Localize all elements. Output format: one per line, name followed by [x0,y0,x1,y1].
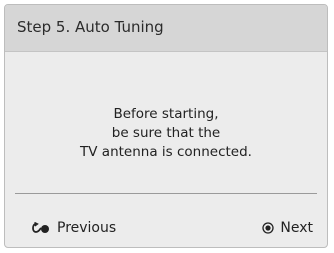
dialog-title: Step 5. Auto Tuning [17,18,164,36]
return-icon [31,222,51,234]
ok-button-icon [262,222,275,234]
message-line: TV antenna is connected. [80,144,252,160]
footer-divider [15,193,317,194]
message-line: Before starting, [113,106,219,122]
previous-button[interactable]: Previous [31,219,116,237]
auto-tuning-dialog: Step 5. Auto Tuning Before starting, be … [4,4,328,248]
next-label: Next [280,220,313,236]
dialog-message: Before starting, be sure that the TV ant… [5,105,327,162]
next-button[interactable]: Next [262,219,313,237]
dialog-header: Step 5. Auto Tuning [5,5,327,52]
message-line: be sure that the [111,125,221,141]
previous-label: Previous [57,220,117,236]
